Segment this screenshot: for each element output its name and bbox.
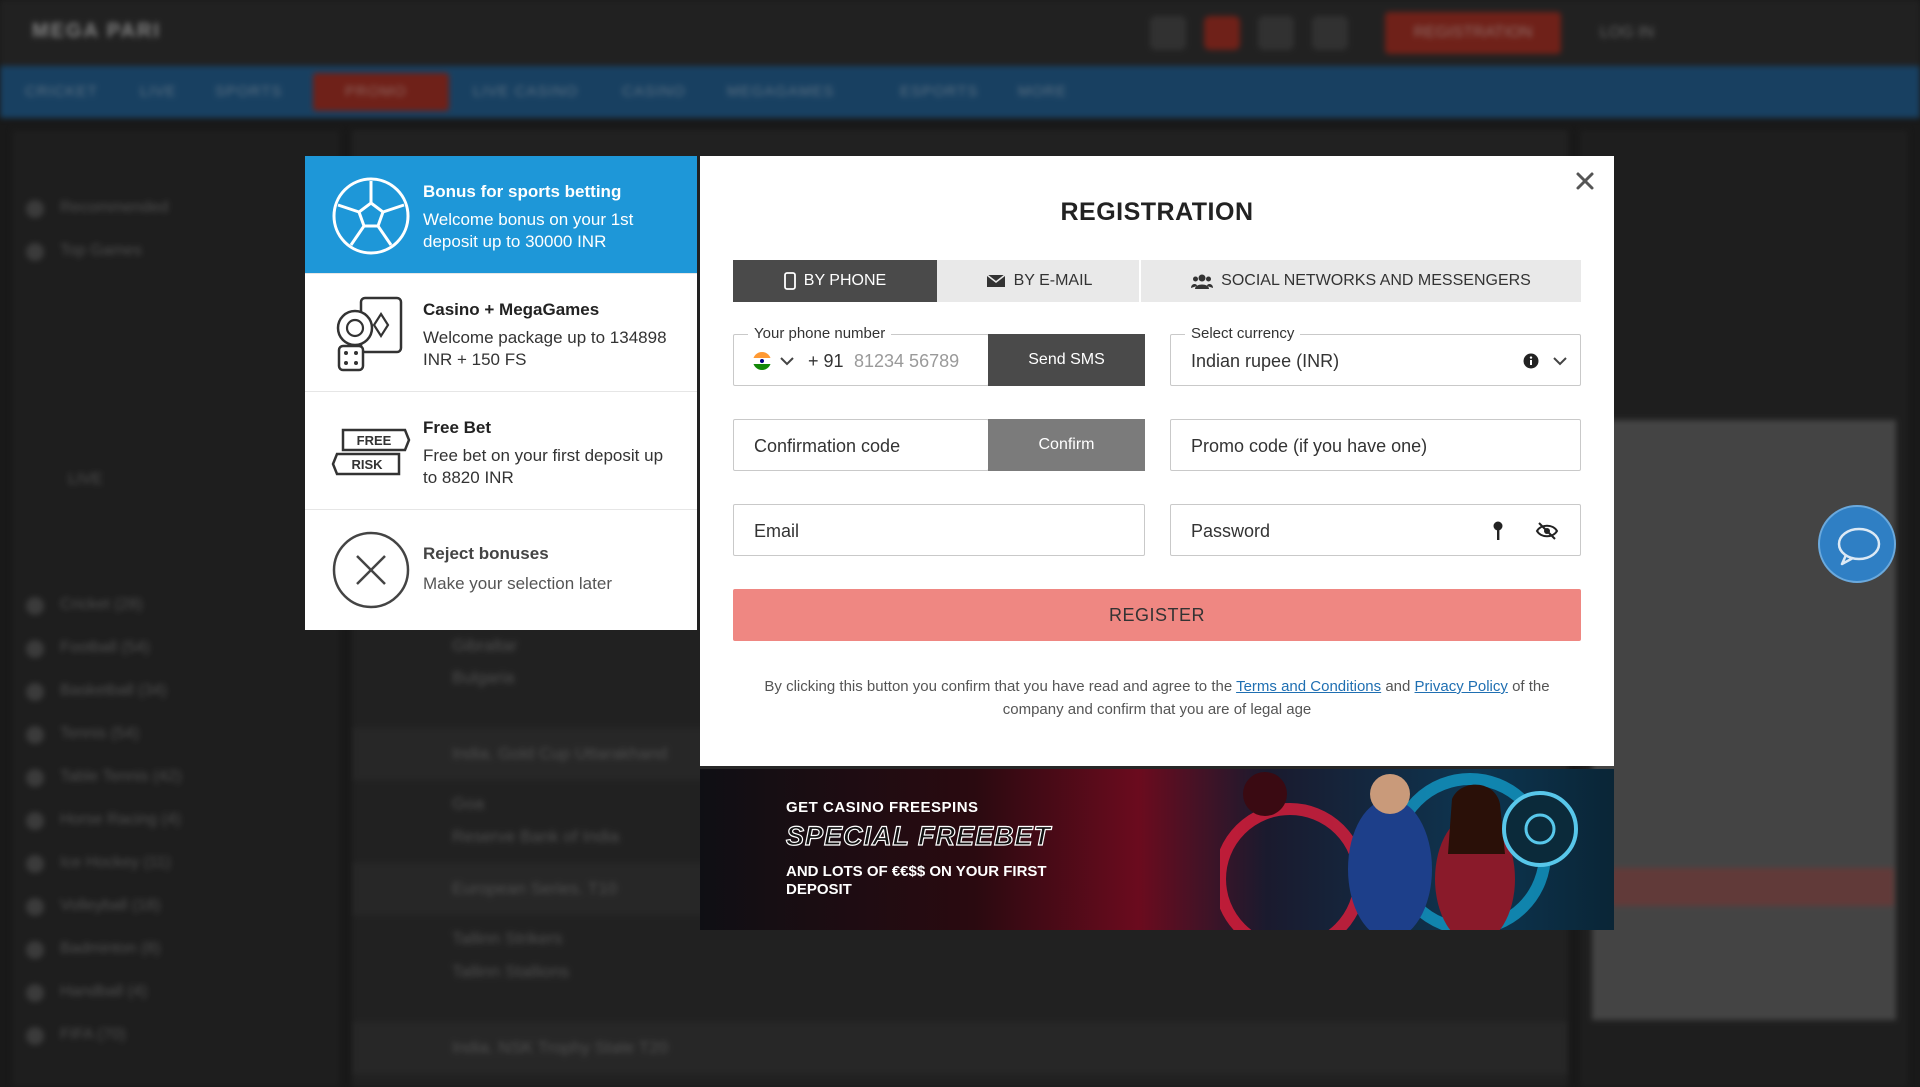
- email-field[interactable]: Email: [733, 504, 1145, 556]
- email-placeholder: Email: [754, 521, 800, 541]
- close-icon[interactable]: [1570, 166, 1600, 196]
- legal-and: and: [1385, 678, 1411, 695]
- confirmation-code-field[interactable]: Confirmation code: [733, 419, 989, 471]
- password-field[interactable]: Password: [1170, 504, 1581, 556]
- tab-by-phone[interactable]: BY PHONE: [733, 260, 937, 302]
- bonus-description: Free bet on your first deposit up to 882…: [423, 446, 664, 487]
- modal-title: REGISTRATION: [1060, 198, 1254, 226]
- currency-value: Indian rupee (INR): [1191, 351, 1340, 371]
- tab-label: BY E-MAIL: [1013, 272, 1093, 289]
- reject-x-icon: [332, 531, 410, 609]
- banner-line-1: GET CASINO FREESPINS: [786, 799, 979, 816]
- banner-line-3: AND LOTS OF €€$$ ON YOUR FIRST DEPOSIT: [786, 863, 1047, 898]
- legal-notice: By clicking this button you confirm that…: [740, 675, 1574, 721]
- free-risk-ticket-icon: FREE RISK: [331, 428, 411, 476]
- promo-banner[interactable]: GET CASINO FREESPINS SPECIAL FREEBET AND…: [700, 769, 1614, 930]
- password-placeholder: Password: [1191, 521, 1271, 541]
- promo-code-field[interactable]: Promo code (if you have one): [1170, 419, 1581, 471]
- ticket-bottom-text: RISK: [351, 457, 383, 472]
- tab-label: SOCIAL NETWORKS AND MESSENGERS: [1221, 272, 1531, 289]
- phone-input[interactable]: 81234 56789: [854, 351, 959, 372]
- phone-code: + 91: [808, 351, 844, 371]
- chevron-down-icon[interactable]: [780, 357, 794, 366]
- eye-slash-icon[interactable]: [1535, 521, 1559, 541]
- send-sms-button[interactable]: Send SMS: [988, 334, 1145, 386]
- key-icon[interactable]: [1491, 520, 1505, 542]
- bonus-title: Free Bet: [423, 418, 492, 437]
- phone-field[interactable]: Your phone number + 91 81234 56789: [733, 325, 989, 386]
- casino-chips-cards-icon: [336, 296, 403, 372]
- chat-bubble-icon: [1837, 527, 1881, 566]
- registration-tabs: BY PHONE BY E-MAIL SOCIAL NETWORKS AND M…: [733, 260, 1581, 302]
- bonus-title: Bonus for sports betting: [423, 182, 622, 201]
- bonus-option-casino[interactable]: Casino + MegaGames Welcome package up to…: [305, 274, 697, 392]
- confirmation-code-placeholder: Confirmation code: [754, 436, 901, 456]
- legal-prefix: By clicking this button you confirm that…: [764, 678, 1233, 695]
- chevron-down-icon[interactable]: [1553, 357, 1567, 366]
- terms-link[interactable]: Terms and Conditions: [1236, 678, 1381, 695]
- phone-label: Your phone number: [748, 325, 892, 342]
- currency-select[interactable]: Select currency Indian rupee (INR): [1170, 325, 1581, 386]
- bonus-option-sports[interactable]: Bonus for sports betting Welcome bonus o…: [305, 156, 697, 274]
- envelope-icon: [986, 274, 1006, 287]
- bonus-option-freebet[interactable]: FREE RISK Free Bet Free bet on your firs…: [305, 392, 697, 510]
- ticket-top-text: FREE: [357, 433, 392, 448]
- info-icon[interactable]: [1523, 353, 1539, 369]
- phone-icon: [783, 272, 796, 290]
- registration-modal: REGISTRATION BY PHONE BY E-MAIL SOCIAL N…: [700, 156, 1614, 766]
- tab-social-networks[interactable]: SOCIAL NETWORKS AND MESSENGERS: [1141, 260, 1581, 302]
- users-icon: [1191, 274, 1214, 289]
- bonus-selection-panel: Bonus for sports betting Welcome bonus o…: [305, 156, 697, 630]
- tab-by-email[interactable]: BY E-MAIL: [939, 260, 1139, 302]
- currency-label: Select currency: [1185, 325, 1301, 342]
- confirm-button[interactable]: Confirm: [988, 419, 1145, 471]
- india-flag-icon[interactable]: [752, 351, 772, 371]
- bonus-title: Reject bonuses: [423, 544, 549, 563]
- bonus-option-reject[interactable]: Reject bonuses Make your selection later: [305, 510, 697, 628]
- bonus-description: Welcome package up to 134898 INR + 150 F…: [423, 328, 667, 369]
- banner-artwork: [1220, 772, 1578, 930]
- bonus-description: Make your selection later: [423, 574, 612, 593]
- register-button[interactable]: REGISTER: [733, 589, 1581, 641]
- promo-code-placeholder: Promo code (if you have one): [1191, 436, 1428, 456]
- soccer-ball-icon: [332, 177, 410, 255]
- privacy-link[interactable]: Privacy Policy: [1415, 678, 1508, 695]
- tab-label: BY PHONE: [803, 272, 887, 289]
- bonus-title: Casino + MegaGames: [423, 300, 600, 319]
- chat-button[interactable]: [1818, 505, 1896, 583]
- bonus-description: Welcome bonus on your 1st deposit up to …: [423, 210, 634, 251]
- banner-line-2: SPECIAL FREEBET: [785, 820, 1052, 851]
